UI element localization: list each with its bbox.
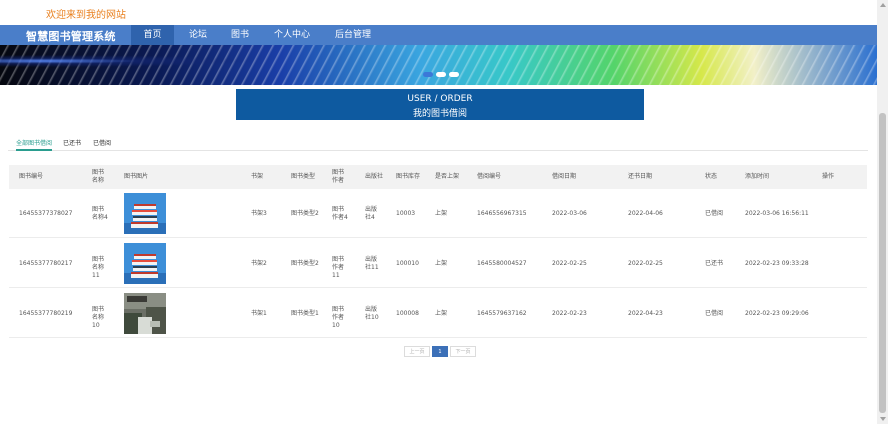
cell-status: 已借阅 xyxy=(705,310,723,318)
cell-stock: 10003 xyxy=(396,210,415,218)
carousel-banner xyxy=(0,45,877,85)
carousel-dot-1[interactable] xyxy=(423,72,433,77)
cell-book-id: 16455377780219 xyxy=(19,310,72,318)
cell-borrow-date: 2022-02-25 xyxy=(552,260,587,268)
cell-added-time: 2022-03-06 16:56:11 xyxy=(745,210,809,218)
col-borrow-id: 借阅编号 xyxy=(477,173,501,181)
cell-publisher: 出版社10 xyxy=(365,306,381,322)
next-page-button[interactable]: 下一页 xyxy=(450,346,476,357)
scroll-thumb[interactable] xyxy=(879,113,886,413)
col-publisher: 出版社 xyxy=(365,173,383,181)
table-row: 16455377378027 图书名称4 书架3 图书类型2 图书作者4 出版社… xyxy=(9,189,867,238)
col-actions: 操作 xyxy=(822,173,834,181)
cell-added-time: 2022-02-23 09:33:28 xyxy=(745,260,809,268)
cell-shelf: 书架3 xyxy=(251,210,267,218)
page-1-button[interactable]: 1 xyxy=(432,346,448,357)
cell-status: 已借阅 xyxy=(705,210,723,218)
book-stack-icon xyxy=(124,193,166,234)
col-on-shelf: 是否上架 xyxy=(435,173,459,181)
cell-borrow-date: 2022-02-23 xyxy=(552,310,587,318)
tab-returned[interactable]: 已还书 xyxy=(63,138,81,151)
nav-item-profile[interactable]: 个人中心 xyxy=(265,25,319,45)
col-book-name: 图书名称 xyxy=(92,169,108,185)
site-brand: 智慧图书管理系统 xyxy=(26,28,116,44)
col-added-time: 添加时间 xyxy=(745,173,769,181)
cell-on-shelf: 上架 xyxy=(435,260,447,268)
table-row: 164553777802​17 图书名称11 书架2 图书类型2 图书作者11 … xyxy=(9,239,867,288)
book-stack-icon xyxy=(124,243,166,284)
col-book-id: 图书编号 xyxy=(19,173,43,181)
col-return-date: 还书日期 xyxy=(628,173,652,181)
cell-stock: 100008 xyxy=(396,310,419,318)
nav-item-admin[interactable]: 后台管理 xyxy=(327,25,379,45)
col-status: 状态 xyxy=(705,173,717,181)
cell-book-id: 16455377378027 xyxy=(19,210,72,218)
cell-return-date: 2022-04-06 xyxy=(628,210,663,218)
tab-all-borrow[interactable]: 全部图书借阅 xyxy=(16,138,52,151)
cell-book-name: 图书名称4 xyxy=(92,206,108,222)
nav-item-forum[interactable]: 论坛 xyxy=(180,25,216,45)
cell-author: 图书作者10 xyxy=(332,306,348,330)
carousel-dot-2[interactable] xyxy=(436,72,446,77)
cell-borrow-id: 1646556967315 xyxy=(477,210,527,218)
cell-book-id: 164553777802​17 xyxy=(19,260,72,268)
book-photo xyxy=(124,293,166,334)
order-title-cn: 我的图书借阅 xyxy=(236,106,644,119)
cell-borrow-id: 1645579637162 xyxy=(477,310,527,318)
prev-page-button[interactable]: 上一页 xyxy=(404,346,430,357)
cell-publisher: 出版社11 xyxy=(365,256,381,272)
cell-stock: 100010 xyxy=(396,260,419,268)
table-row: 16455377780219 图书名称10 书架1 图书类型1 图书作者10 出… xyxy=(9,289,867,338)
vertical-scrollbar[interactable] xyxy=(877,0,888,424)
cell-status: 已还书 xyxy=(705,260,723,268)
cell-added-time: 2022-02-23 09:29:06 xyxy=(745,310,809,318)
cell-borrow-id: 1645580004527 xyxy=(477,260,527,268)
cell-book-name: 图书名称10 xyxy=(92,306,108,330)
col-book-type: 图书类型 xyxy=(291,173,315,181)
cell-book-type: 图书类型2 xyxy=(291,260,319,268)
nav-item-home[interactable]: 首页 xyxy=(131,25,174,45)
cell-on-shelf: 上架 xyxy=(435,310,447,318)
top-navbar: 智慧图书管理系统 首页 论坛 图书 个人中心 后台管理 xyxy=(0,25,877,45)
cell-author: 图书作者4 xyxy=(332,206,348,222)
borrow-tabs: 全部图书借阅 已还书 已借阅 xyxy=(8,136,868,151)
order-title-en: USER / ORDER xyxy=(236,94,644,104)
cell-shelf: 书架1 xyxy=(251,310,267,318)
cell-book-name: 图书名称11 xyxy=(92,256,108,280)
cell-book-type: 图书类型1 xyxy=(291,310,319,318)
nav-item-books[interactable]: 图书 xyxy=(223,25,257,45)
cell-borrow-date: 2022-03-06 xyxy=(552,210,587,218)
cell-publisher: 出版社4 xyxy=(365,206,381,222)
table-header: 图书编号 图书名称 图书图片 书架 图书类型 图书作者 出版社 图书库存 是否上… xyxy=(9,165,867,189)
cell-return-date: 2022-02-25 xyxy=(628,260,663,268)
col-author: 图书作者 xyxy=(332,169,348,185)
cell-book-type: 图书类型2 xyxy=(291,210,319,218)
cell-return-date: 2022-04-23 xyxy=(628,310,663,318)
cell-on-shelf: 上架 xyxy=(435,210,447,218)
col-stock: 图书库存 xyxy=(396,173,420,181)
scroll-down-icon[interactable] xyxy=(880,417,886,421)
col-shelf: 书架 xyxy=(251,173,263,181)
cell-shelf: 书架2 xyxy=(251,260,267,268)
carousel-dot-3[interactable] xyxy=(449,72,459,77)
order-section-header: USER / ORDER 我的图书借阅 xyxy=(236,89,644,120)
col-borrow-date: 借阅日期 xyxy=(552,173,576,181)
scroll-up-icon[interactable] xyxy=(880,3,886,7)
welcome-text: 欢迎来到我的网站 xyxy=(46,6,126,21)
col-book-image: 图书图片 xyxy=(124,173,148,181)
tab-borrowed[interactable]: 已借阅 xyxy=(93,138,111,151)
cell-author: 图书作者11 xyxy=(332,256,348,280)
